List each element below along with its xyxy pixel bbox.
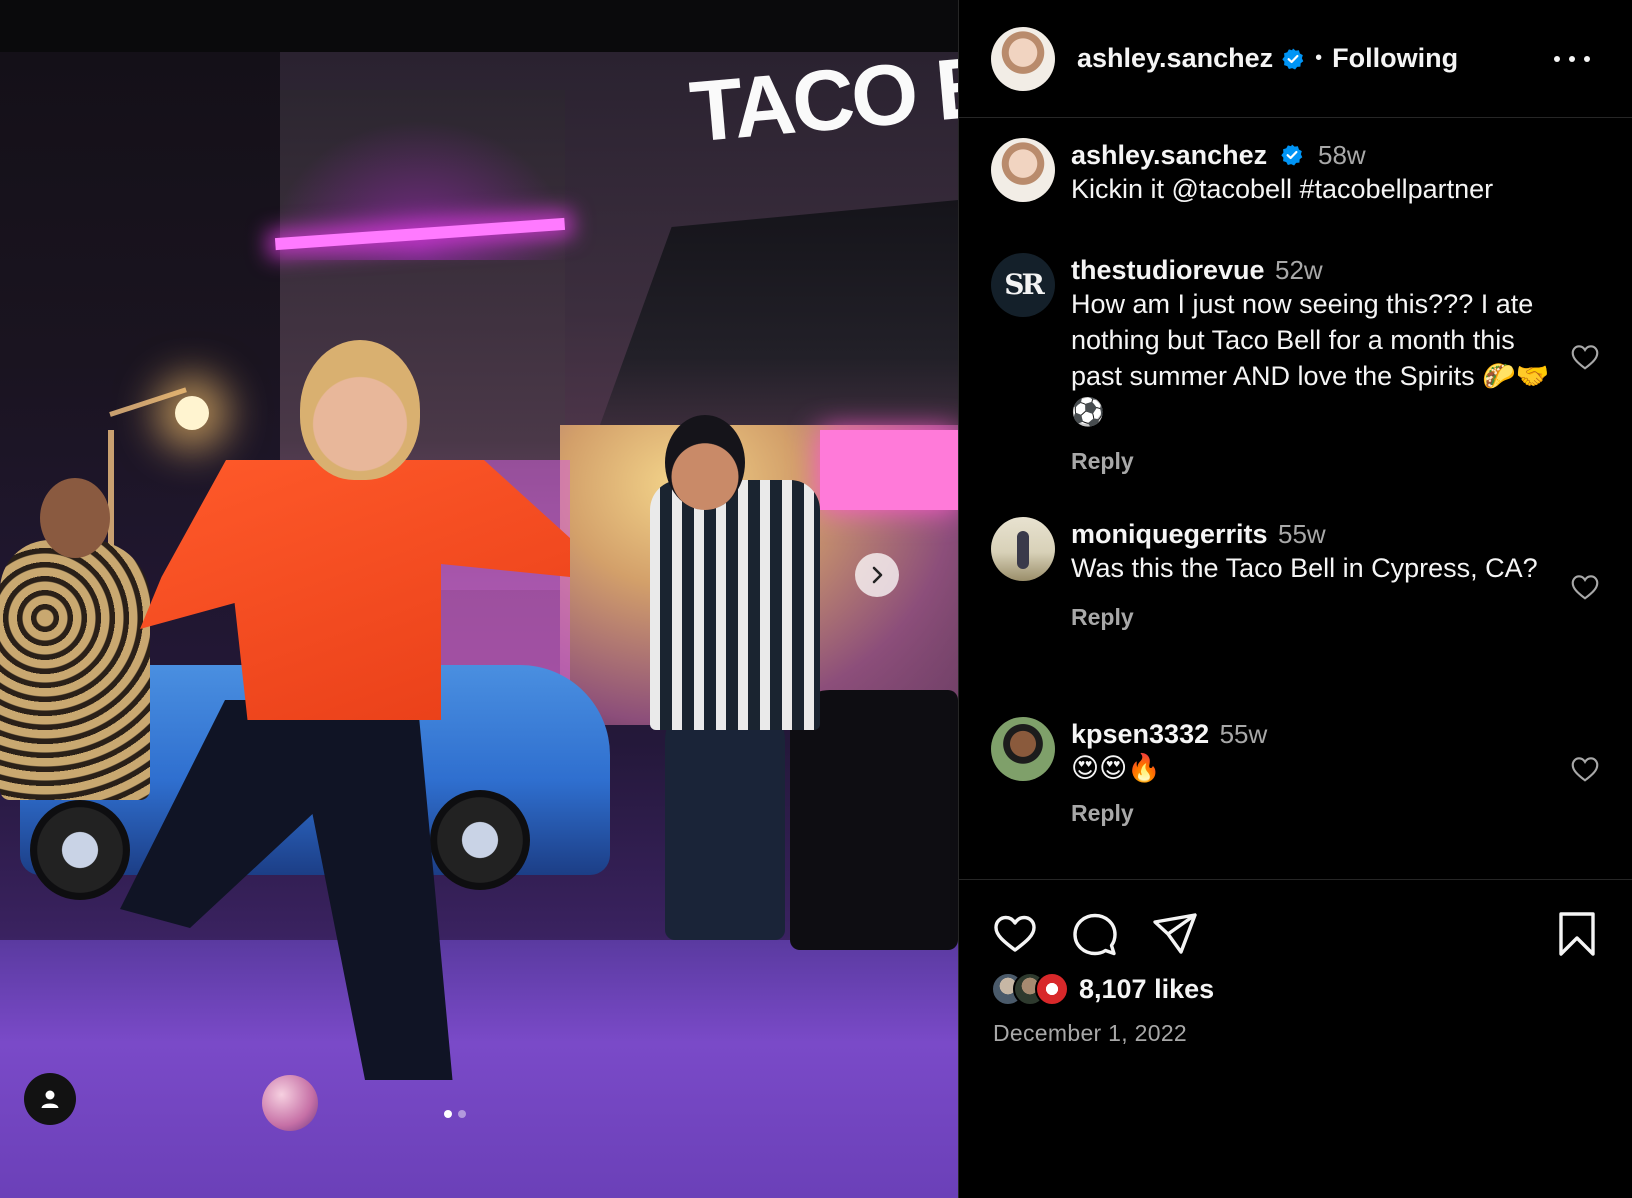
tagged-users-button[interactable] (24, 1073, 76, 1125)
commenter-avatar[interactable] (991, 717, 1055, 781)
likes-count[interactable]: 8,107 likes (1079, 974, 1214, 1005)
comment-item: SR thestudiorevue 52w How am I just now … (991, 253, 1601, 483)
comment-text: 😍😍🔥 (1071, 753, 1161, 783)
car-wheel-rear (430, 790, 530, 890)
comment-button[interactable] (1071, 910, 1119, 958)
header-separator: • (1315, 47, 1323, 69)
commenter-avatar[interactable]: SR (991, 253, 1055, 317)
pink-window (820, 430, 958, 510)
post-actions: 8,107 likes December 1, 2022 (959, 879, 1632, 1198)
comment-item: kpsen3332 55w 😍😍🔥 Reply (991, 717, 1601, 847)
reply-button[interactable]: Reply (1071, 800, 1134, 827)
avatar-monogram: SR (1004, 268, 1044, 301)
chevron-right-icon (872, 566, 883, 584)
comment-time[interactable]: 55w (1220, 719, 1268, 749)
commenter-avatar[interactable] (991, 517, 1055, 581)
street-lamp-light (175, 396, 209, 430)
caption-time[interactable]: 58w (1318, 140, 1366, 170)
liker-avatar (1035, 972, 1069, 1006)
post-header: ashley.sanchez • Following (959, 0, 1632, 118)
comment-time[interactable]: 52w (1275, 255, 1323, 285)
media-top-strip (0, 0, 958, 52)
reply-button[interactable]: Reply (1071, 448, 1134, 475)
heart-icon[interactable] (1569, 571, 1601, 603)
caption-text: Kickin it @tacobell #tacobellpartner (1071, 174, 1494, 204)
share-button[interactable] (1151, 910, 1199, 958)
more-options-icon (1554, 56, 1560, 62)
caption: ashley.sanchez 58w Kickin it @tacobell #… (991, 138, 1601, 207)
parking-lot-ground (0, 940, 958, 1198)
author-username[interactable]: ashley.sanchez (1077, 43, 1273, 74)
reply-button[interactable]: Reply (1071, 604, 1134, 631)
save-button[interactable] (1553, 910, 1601, 958)
heart-icon[interactable] (1569, 341, 1601, 373)
like-button[interactable] (991, 910, 1039, 958)
caption-username[interactable]: ashley.sanchez (1071, 140, 1267, 170)
kicker-head (300, 340, 420, 480)
comment-item: moniquegerrits 55w Was this the Taco Bel… (991, 517, 1601, 677)
verified-badge-icon (1280, 144, 1302, 166)
comment-username[interactable]: kpsen3332 (1071, 719, 1209, 749)
comments-list[interactable]: ashley.sanchez 58w Kickin it @tacobell #… (959, 119, 1632, 879)
comment-text: How am I just now seeing this??? I ate n… (1071, 289, 1550, 427)
person-striped-legs (665, 700, 785, 940)
comment-text: Was this the Taco Bell in Cypress, CA? (1071, 553, 1538, 583)
carousel-dot-1 (444, 1110, 452, 1118)
user-tag-icon (41, 1090, 59, 1108)
sign-text: TACO BE (686, 40, 958, 161)
person-leopard-jacket (0, 540, 150, 800)
person-striped-shirt (650, 480, 820, 730)
more-options-button[interactable] (1554, 44, 1590, 74)
comment-username[interactable]: moniquegerrits (1071, 519, 1268, 549)
heart-icon[interactable] (1569, 753, 1601, 785)
verified-badge-icon (1282, 48, 1304, 69)
comment-time[interactable]: 55w (1278, 519, 1326, 549)
comment-username[interactable]: thestudiorevue (1071, 255, 1265, 285)
car-wheel-front (30, 800, 130, 900)
post-side-panel: ashley.sanchez • Following ashley.sanche… (958, 0, 1632, 1198)
post-date[interactable]: December 1, 2022 (993, 1020, 1187, 1047)
author-avatar[interactable] (991, 26, 1055, 91)
taco-bell-sign: TACO BE (560, 40, 958, 170)
carousel-dot-2 (458, 1110, 466, 1118)
post-media[interactable]: TACO BE (0, 0, 958, 1198)
carousel-indicator (444, 1110, 466, 1118)
person-leopard-head (40, 478, 110, 558)
person-striped-head (665, 415, 745, 510)
likes-row[interactable]: 8,107 likes (991, 972, 1214, 1006)
following-button[interactable]: Following (1332, 43, 1458, 74)
soccer-ball (262, 1075, 318, 1131)
caption-avatar[interactable] (991, 138, 1055, 202)
carousel-next-button[interactable] (855, 553, 899, 597)
